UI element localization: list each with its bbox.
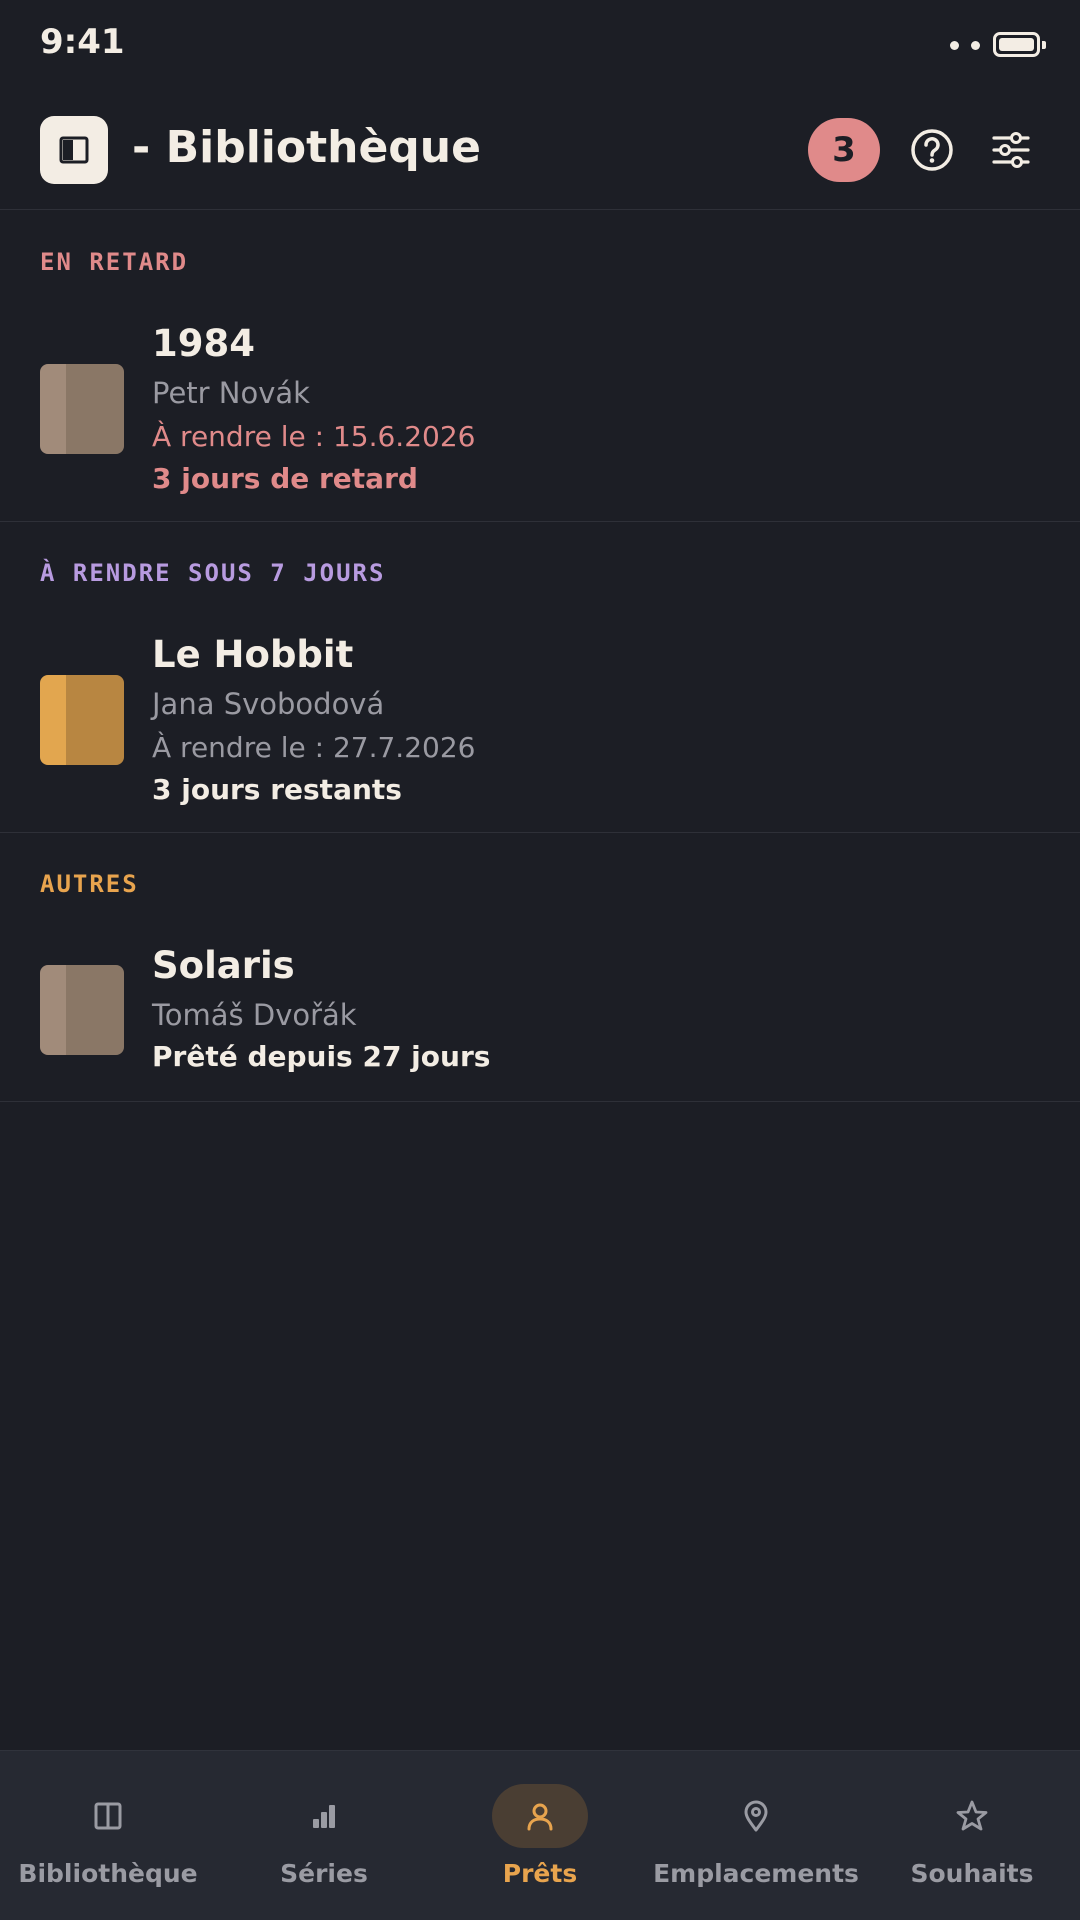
book-title: Le Hobbit [152,633,354,676]
status-time: 9:41 [40,22,125,62]
section-label-overdue: EN RETARD [40,248,189,276]
help-icon [911,129,953,171]
filter-settings-button[interactable] [982,121,1040,179]
book-author: Tomáš Dvořák [152,998,357,1032]
nav-item-wishlist[interactable]: Souhaits [864,1751,1080,1920]
book-icon [94,1802,122,1830]
book-cover [40,965,124,1055]
app-logo-button[interactable] [40,116,108,184]
nav-item-library[interactable]: Bibliothèque [0,1751,216,1920]
bar-chart-icon [313,1805,335,1828]
nav-item-locations[interactable]: Emplacements [648,1751,864,1920]
section-label-others: AUTRES [40,870,139,898]
overdue-count-badge[interactable]: 3 [808,118,880,182]
nav-label: Séries [280,1859,368,1888]
help-button[interactable] [903,121,961,179]
nav-item-loans[interactable]: Prêts [432,1751,648,1920]
loan-item[interactable]: 1984 Petr Novák À rendre le : 15.6.2026 … [0,300,1080,522]
header: - Bibliothèque 3 [0,90,1080,210]
nav-label: Souhaits [910,1859,1034,1888]
nav-label: Prêts [502,1859,578,1888]
person-icon [527,1803,553,1831]
book-title: Solaris [152,944,295,987]
book-title: 1984 [152,322,255,365]
due-date: À rendre le : 27.7.2026 [152,731,476,764]
battery-icon [993,32,1046,57]
loan-status: 3 jours restants [152,773,402,806]
book-cover [40,364,124,454]
status-bar: 9:41 [0,0,1080,90]
star-icon [956,1800,988,1831]
nav-label: Bibliothèque [18,1859,198,1888]
sliders-icon [992,132,1030,168]
signal-dot-icon [950,41,959,50]
bottom-nav: Bibliothèque Séries Prêts Emplacements S… [0,1750,1080,1920]
book-icon [59,136,89,164]
section-label-due-soon: À RENDRE SOUS 7 JOURS [40,559,386,587]
book-author: Jana Svobodová [152,687,385,721]
location-pin-icon [744,1800,768,1832]
loan-status: 3 jours de retard [152,462,418,495]
nav-label: Emplacements [653,1859,859,1888]
nav-item-series[interactable]: Séries [216,1751,432,1920]
due-date: À rendre le : 15.6.2026 [152,420,476,453]
signal-dot-icon [971,41,980,50]
loan-item[interactable]: Le Hobbit Jana Svobodová À rendre le : 2… [0,611,1080,833]
book-author: Petr Novák [152,376,310,410]
page-title: - Bibliothèque [132,122,481,173]
book-cover [40,675,124,765]
loan-status: Prêté depuis 27 jours [152,1040,491,1073]
loan-item[interactable]: Solaris Tomáš Dvořák Prêté depuis 27 jou… [0,922,1080,1102]
